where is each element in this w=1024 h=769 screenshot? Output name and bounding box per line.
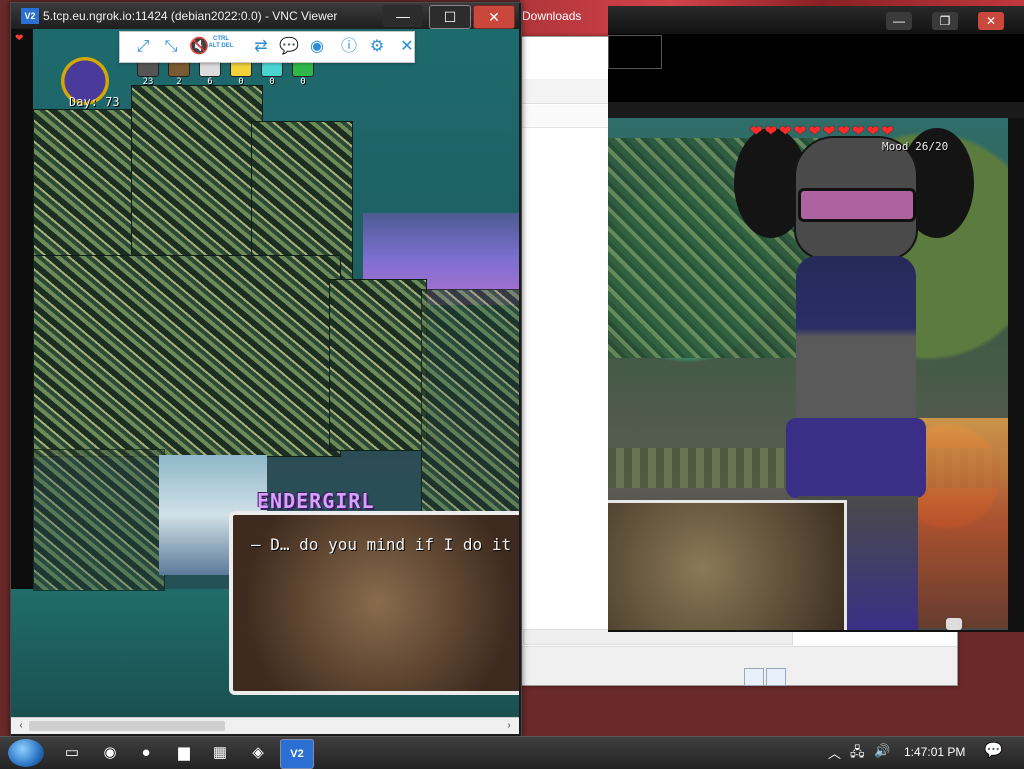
right-maximize-button[interactable]: ❐ <box>932 12 958 30</box>
heart-icon: ❤ <box>866 123 880 140</box>
scroll-left-icon[interactable]: ‹ <box>13 718 29 734</box>
ctrl-alt-del-button[interactable]: CTRL ALT DEL <box>208 36 234 58</box>
inventory-count: 0 <box>269 77 275 87</box>
inventory-slot-coal: 23 <box>137 59 159 87</box>
mood-indicator: Mood 26/20 <box>882 140 949 153</box>
inventory-slot-iron: 6 <box>199 59 221 87</box>
inventory-count: 0 <box>300 77 306 87</box>
taskbar: ▭ ◉ ● ▆ ▦ ◈ V2 ︿ 🖧 🔊 1:47:01 PM 💬 <box>0 736 1024 769</box>
right-window-field[interactable] <box>608 35 662 69</box>
info-icon[interactable]: ⓘ <box>338 36 360 58</box>
vnc-logo-icon: V2 <box>21 8 39 24</box>
heart-icon: ❤ <box>779 123 792 140</box>
network-icon[interactable]: 🖧 <box>850 743 865 765</box>
inventory-count: 2 <box>176 77 182 87</box>
vnc-horizontal-scrollbar[interactable]: ‹ › <box>11 717 519 734</box>
character-shorts <box>786 418 926 498</box>
heart-icon: ❤ <box>837 123 851 140</box>
vnc-floating-toolbar: ⤢ ⤡ 🔇 CTRL ALT DEL ⇄ 💬 ◉ ⓘ ⚙ ✕ <box>119 31 415 63</box>
record-icon[interactable]: ◉ <box>306 36 328 58</box>
heart-icon: ❤ <box>764 123 778 140</box>
inventory-slot-diamond: 0 <box>261 59 283 87</box>
day-counter: Day: 73 <box>69 95 120 109</box>
dialog-box[interactable]: – D… do you mind if I do it a <box>229 511 519 695</box>
firefox-icon[interactable]: ● <box>130 739 162 767</box>
right-close-button[interactable]: ✕ <box>978 12 1004 30</box>
leaf-block <box>421 289 519 521</box>
character-body <box>796 256 916 436</box>
right-game-scene[interactable]: ❤ ❤ ❤ ❤ ❤ ❤ ❤ ❤ ❤ ❤ Mood 26/20 <box>608 118 1008 630</box>
inventory-bar: 23 2 6 0 0 0 <box>137 59 314 87</box>
leaf-block <box>33 255 341 457</box>
vnc-viewer-icon[interactable]: V2 <box>280 739 314 769</box>
notifications-icon[interactable]: 💬 <box>984 741 1004 759</box>
right-minimize-button[interactable]: — <box>886 12 912 30</box>
settings-gear-icon[interactable]: ⚙ <box>366 36 388 58</box>
heart-icon: ❤ <box>822 123 836 140</box>
right-inner-titlebar[interactable] <box>608 102 1024 118</box>
task-view-icon[interactable]: ▭ <box>56 739 88 767</box>
close-toolbar-icon[interactable]: ✕ <box>396 36 418 58</box>
vnc-window-title: 5.tcp.eu.ngrok.io:11424 (debian2022:0.0)… <box>43 9 338 23</box>
leaf-block <box>33 449 165 591</box>
right-dialog-box <box>608 500 847 630</box>
full-screen-icon[interactable]: ⤢ <box>132 36 154 58</box>
show-hidden-icons-icon[interactable]: ︿ <box>828 743 841 762</box>
health-hearts: ❤ ❤ ❤ ❤ ❤ ❤ ❤ ❤ ❤ ❤ <box>750 124 894 140</box>
heart-icon: ❤ <box>793 123 807 140</box>
heart-icon: ❤ <box>808 123 821 140</box>
chrome-icon[interactable]: ◉ <box>94 739 126 767</box>
chat-icon[interactable]: 💬 <box>278 36 300 58</box>
large-icons-view-button[interactable] <box>766 668 786 686</box>
vnc-close-button[interactable]: ✕ <box>473 5 515 29</box>
desktop-downloads-label[interactable]: Downloads <box>522 9 581 23</box>
inventory-slot-emerald: 0 <box>292 59 314 87</box>
remote-desktop-icon[interactable]: ▦ <box>204 739 236 767</box>
vnc-maximize-button[interactable]: ☐ <box>429 5 471 29</box>
taskbar-clock[interactable]: 1:47:01 PM <box>904 745 965 759</box>
inventory-count: 6 <box>207 77 213 87</box>
leaf-block <box>329 279 427 451</box>
scrollbar-thumb[interactable] <box>29 721 225 731</box>
heart-icon: ❤ <box>881 123 894 140</box>
clipboard-icon[interactable] <box>946 618 962 630</box>
start-button[interactable] <box>8 739 44 767</box>
vnc-minimize-button[interactable]: — <box>383 5 423 27</box>
inventory-slot-gold: 0 <box>230 59 252 87</box>
scroll-right-icon[interactable]: › <box>501 718 517 734</box>
details-view-button[interactable] <box>744 668 764 686</box>
game-app-icon[interactable]: ◈ <box>242 739 274 767</box>
right-window-dark-area <box>608 34 1024 102</box>
vnc-titlebar[interactable]: V2 5.tcp.eu.ngrok.io:11424 (debian2022:0… <box>11 3 519 29</box>
dialog-speaker-name: ENDERGIRL <box>257 489 375 513</box>
heart-icon: ❤ <box>750 123 763 140</box>
dialog-text: – D… do you mind if I do it a <box>251 535 519 554</box>
explorer-status-bar <box>521 646 957 685</box>
heart-icon: ❤ <box>15 33 24 44</box>
character-glasses <box>798 188 916 222</box>
vnc-remote-screen[interactable]: ❤ Day: 73 23 2 6 0 0 0 ⤢ ⤡ 🔇 CTRL ALT DEL ⇄ 💬 ◉ ⓘ ⚙ ✕ … <box>11 29 519 717</box>
file-explorer-icon[interactable]: ▆ <box>168 739 200 767</box>
inventory-count: 0 <box>238 77 244 87</box>
mute-audio-icon[interactable]: 🔇 <box>188 36 210 58</box>
volume-icon[interactable]: 🔊 <box>874 743 890 759</box>
right-window-titlebar[interactable]: — ❐ ✕ <box>608 6 1024 34</box>
inventory-count: 23 <box>142 77 154 87</box>
inventory-slot-wood: 2 <box>168 59 190 87</box>
heart-icon: ❤ <box>852 123 865 140</box>
scale-icon[interactable]: ⤡ <box>160 36 182 58</box>
transfer-files-icon[interactable]: ⇄ <box>250 36 272 58</box>
